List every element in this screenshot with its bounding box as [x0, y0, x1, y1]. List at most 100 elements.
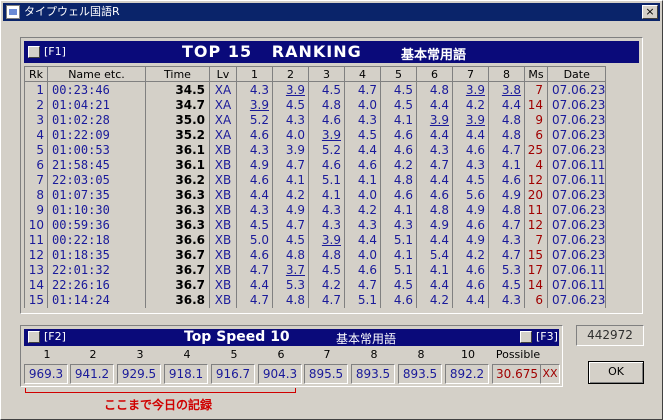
split-cell: 4.3 — [452, 158, 489, 173]
miss-cell: 25 — [524, 143, 548, 158]
miss-cell: 20 — [524, 188, 548, 203]
name-cell: 01:18:35 — [47, 248, 146, 263]
split-cell: 4.3 — [272, 113, 309, 128]
column-header: 6 — [416, 66, 453, 82]
split-cell: 5.3 — [488, 263, 525, 278]
rank-cell: 8 — [24, 188, 48, 203]
rank-cell: 10 — [24, 218, 48, 233]
ranking-subtitle: 基本常用語 — [401, 48, 467, 63]
date-cell: 07.06.11 — [546, 158, 607, 173]
f1-checkbox[interactable] — [28, 46, 40, 58]
ok-button[interactable]: OK — [588, 361, 644, 384]
time-cell: 34.5 — [145, 81, 210, 98]
name-cell: 01:10:30 — [47, 203, 146, 218]
split-cell: 4.6 — [452, 218, 489, 233]
miss-cell: 7 — [524, 81, 548, 98]
miss-cell: 17 — [524, 263, 548, 278]
best-split-value: 3.9 — [429, 113, 449, 127]
f2-checkbox[interactable] — [28, 331, 40, 343]
split-cell: 4.1 — [380, 203, 417, 218]
split-cell: 4.7 — [344, 278, 381, 293]
split-cell: 4.6 — [380, 188, 417, 203]
name-cell: 22:03:05 — [47, 173, 146, 188]
f3-label: [F3] — [536, 330, 558, 343]
split-cell: 3.9 — [272, 143, 309, 158]
split-cell: 4.5 — [236, 218, 273, 233]
speed-value: 895.5 — [304, 364, 348, 384]
miss-cell: 14 — [524, 98, 548, 113]
ranking-row: 12 01:18:35 36.7 XB 4.6 4.8 4.8 4.0 4.1 5.4 4.2 4.7… — [24, 248, 607, 263]
best-split-value: 3.9 — [321, 128, 341, 142]
name-cell: 21:58:45 — [47, 158, 146, 173]
split-cell: 4.9 — [236, 158, 273, 173]
time-cell: 35.0 — [145, 113, 210, 128]
rank-cell: 6 — [24, 158, 48, 173]
f3-checkbox[interactable] — [520, 331, 532, 343]
name-cell: 01:07:35 — [47, 188, 146, 203]
split-cell: 4.4 — [416, 98, 453, 113]
today-bracket — [25, 388, 296, 393]
speed-column-label: 4 — [183, 348, 191, 361]
level-cell: XB — [209, 173, 237, 188]
split-cell: 4.6 — [236, 248, 273, 263]
miss-cell: 4 — [524, 158, 548, 173]
split-cell: 4.4 — [452, 128, 489, 143]
time-cell: 36.1 — [145, 158, 210, 173]
ranking-row: 1 00:23:46 34.5 XA 4.3 3.9 4.5 4.7 4.5 4.8 3.9 3.8 7… — [24, 81, 607, 98]
name-cell: 22:01:32 — [47, 263, 146, 278]
level-cell: XA — [209, 128, 237, 143]
split-cell: 4.8 — [416, 81, 453, 98]
date-cell: 07.06.23 — [546, 188, 607, 203]
split-cell: 4.9 — [452, 233, 489, 248]
split-cell: 4.4 — [416, 173, 453, 188]
speed-value: 904.3 — [258, 364, 302, 384]
app-icon[interactable] — [6, 5, 20, 19]
possible-value: 30.675 — [492, 364, 542, 384]
f1-label: [F1] — [44, 45, 66, 58]
column-header: Date — [546, 66, 607, 82]
ranking-row: 6 21:58:45 36.1 XB 4.9 4.7 4.6 4.6 4.2 4.7 4.3 4.1 4… — [24, 158, 607, 173]
column-header: Ms — [524, 66, 548, 82]
time-cell: 36.3 — [145, 203, 210, 218]
split-cell: 4.4 — [236, 278, 273, 293]
level-cell: XB — [209, 158, 237, 173]
title-bar[interactable]: タイプウェル国語R × — [3, 3, 660, 21]
name-cell: 01:04:21 — [47, 98, 146, 113]
date-cell: 07.06.11 — [546, 278, 607, 293]
level-cell: XB — [209, 218, 237, 233]
split-cell: 4.1 — [272, 173, 309, 188]
split-cell: 4.5 — [380, 98, 417, 113]
rank-cell: 1 — [24, 81, 48, 98]
name-cell: 01:02:28 — [47, 113, 146, 128]
ranking-panel: [F1] TOP 15 RANKING 基本常用語 Rk Name etc. Tim… — [20, 37, 643, 314]
split-cell: 4.4 — [416, 278, 453, 293]
miss-cell: 12 — [524, 173, 548, 188]
level-cell: XB — [209, 293, 237, 308]
ranking-header-row: Rk Name etc. Time Lv 1 2 3 4 5 6 7 8 Ms Date — [24, 66, 607, 82]
best-split-value: 3.9 — [249, 98, 269, 112]
date-cell: 07.06.23 — [546, 203, 607, 218]
best-split-value: 3.9 — [465, 83, 485, 97]
split-cell: 4.8 — [488, 203, 525, 218]
split-cell: 4.2 — [308, 278, 345, 293]
time-cell: 36.2 — [145, 173, 210, 188]
column-header: 3 — [308, 66, 345, 82]
split-cell: 4.6 — [236, 173, 273, 188]
miss-cell: 14 — [524, 278, 548, 293]
level-cell: XB — [209, 278, 237, 293]
split-cell: 4.6 — [344, 158, 381, 173]
close-button[interactable]: × — [642, 5, 658, 19]
date-cell: 07.06.23 — [546, 113, 607, 128]
window-title: タイプウェル国語R — [24, 5, 120, 18]
split-cell: 4.7 — [488, 218, 525, 233]
main-window: タイプウェル国語R × [F1] TOP 15 RANKING 基本常用語 Rk… — [0, 0, 663, 420]
split-cell: 4.2 — [416, 293, 453, 308]
score-display: 442972 — [576, 325, 644, 346]
ranking-row: 8 01:07:35 36.3 XB 4.4 4.2 4.1 4.0 4.6 4.6 5.6 4.9 2… — [24, 188, 607, 203]
split-cell: 4.5 — [308, 263, 345, 278]
level-cell: XA — [209, 113, 237, 128]
speed-column-label: 7 — [323, 348, 331, 361]
time-cell: 36.1 — [145, 143, 210, 158]
split-cell: 4.0 — [272, 128, 309, 143]
name-cell: 22:26:16 — [47, 278, 146, 293]
